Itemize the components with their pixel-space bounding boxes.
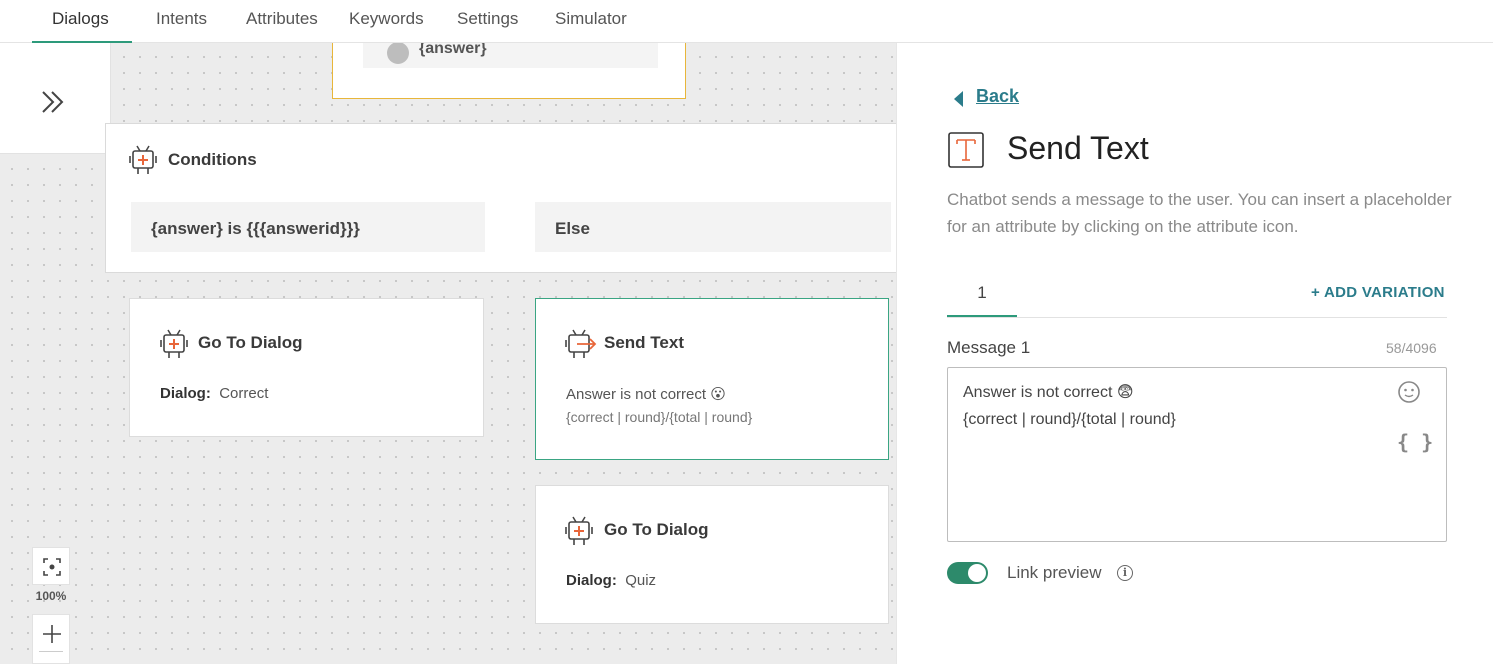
zoom-in-button[interactable] [32, 614, 70, 664]
goto-dialog-correct-node[interactable]: Go To Dialog Dialog: Correct [129, 298, 484, 437]
link-preview-label: Link preview [1007, 563, 1102, 582]
divider [947, 317, 1447, 318]
send-text-line-2: {correct | round}/{total | round} [566, 409, 753, 425]
goto-dialog-quiz-node[interactable]: Go To Dialog Dialog: Quiz [535, 485, 889, 624]
add-variation-button[interactable]: + ADD VARIATION [1311, 284, 1445, 301]
message-line-2: {correct | round}/{total | round} [963, 411, 1176, 428]
text-type-icon [948, 132, 984, 168]
tab-attributes[interactable]: Attributes [246, 0, 318, 43]
answer-text: {answer} [419, 43, 487, 57]
character-count: 58/4096 [1386, 340, 1437, 356]
tab-intents[interactable]: Intents [156, 0, 207, 43]
conditions-title: Conditions [168, 150, 257, 169]
dialog-label: Dialog: [160, 385, 211, 402]
avatar [387, 43, 409, 64]
message-textarea[interactable]: Answer is not correct 😨 {correct | round… [947, 367, 1447, 542]
bot-send-icon [565, 329, 597, 358]
top-navigation: Dialogs Intents Attributes Keywords Sett… [0, 0, 1493, 43]
conditions-node[interactable]: Conditions {answer} is {{{answerid}}} El… [105, 123, 896, 273]
tab-settings[interactable]: Settings [457, 0, 518, 43]
toggle-knob [968, 564, 986, 582]
fit-view-button[interactable] [32, 547, 70, 585]
goto-dialog-title: Go To Dialog [604, 520, 709, 539]
send-text-node[interactable]: Send Text Answer is not correct 😮 {corre… [535, 298, 889, 460]
back-link[interactable]: Back [976, 86, 1019, 107]
send-text-editor-panel: Back Send Text Chatbot sends a message t… [896, 43, 1493, 664]
answer-node[interactable]: {answer} [332, 43, 686, 99]
expand-sidebar-button[interactable] [0, 43, 111, 154]
condition-branch-else[interactable]: Else [535, 202, 891, 252]
answer-row: {answer} [363, 43, 658, 68]
fit-screen-icon [43, 558, 61, 576]
double-chevron-right-icon [42, 91, 64, 113]
link-preview-toggle[interactable] [947, 562, 988, 584]
bot-goto-icon [160, 329, 188, 358]
tab-keywords[interactable]: Keywords [349, 0, 424, 43]
dialog-label: Dialog: [566, 572, 617, 589]
zoom-level: 100% [35, 589, 67, 603]
send-text-title: Send Text [604, 333, 684, 352]
dialog-value: Quiz [625, 572, 657, 589]
dialog-value: Correct [219, 385, 269, 402]
divider [39, 651, 63, 652]
panel-title: Send Text [1007, 130, 1149, 166]
back-arrow-icon [954, 91, 963, 107]
emoji-icon[interactable] [1397, 380, 1421, 404]
dialog-target: Dialog: Correct [160, 385, 268, 402]
message-line-1: Answer is not correct 😨 [963, 384, 1134, 401]
send-text-line-1: Answer is not correct 😮 [566, 386, 726, 403]
dialog-target: Dialog: Quiz [566, 572, 656, 589]
plus-icon [43, 625, 61, 643]
tab-simulator[interactable]: Simulator [555, 0, 627, 43]
attribute-icon[interactable]: { } [1397, 430, 1433, 454]
condition-branch-answer[interactable]: {answer} is {{{answerid}}} [131, 202, 485, 252]
goto-dialog-title: Go To Dialog [198, 333, 303, 352]
dialog-canvas[interactable]: {answer} Conditions {answer} is {{{answe… [0, 43, 896, 664]
variation-tab-1[interactable]: 1 [947, 281, 1017, 317]
message-title: Message 1 [947, 338, 1031, 357]
bot-conditions-icon [129, 145, 157, 174]
bot-goto-icon [565, 516, 593, 545]
info-icon[interactable]: i [1117, 565, 1133, 581]
panel-description: Chatbot sends a message to the user. You… [947, 190, 1452, 236]
active-tab-indicator [32, 41, 132, 43]
tab-dialogs[interactable]: Dialogs [52, 0, 109, 43]
